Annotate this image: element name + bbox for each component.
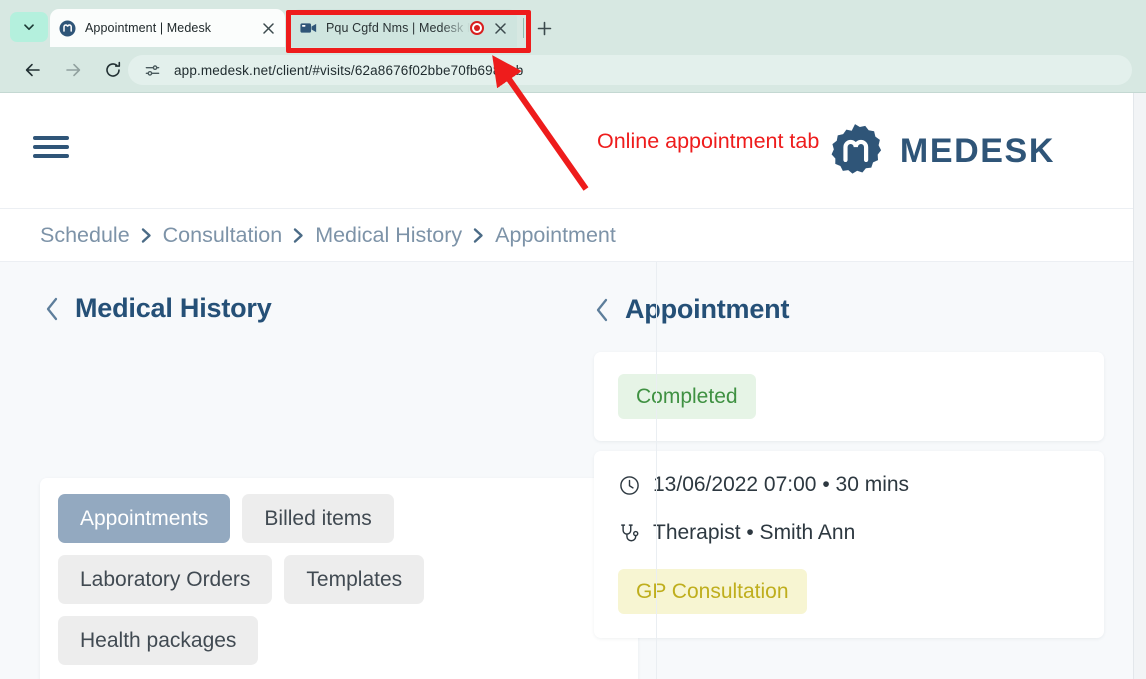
breadcrumb-item-schedule[interactable]: Schedule xyxy=(40,223,130,248)
appointment-panel: Appointment Completed 13/06/2022 07:00 xyxy=(566,262,1132,679)
browser-toolbar: app.medesk.net/client/#visits/62a8676f02… xyxy=(0,47,1146,93)
appointment-status-card: Completed xyxy=(594,352,1104,441)
hamburger-menu-icon[interactable] xyxy=(33,133,69,161)
page-scrollbar[interactable] xyxy=(1133,93,1146,679)
chevron-right-icon xyxy=(472,227,485,244)
browser-tab-online-appointment[interactable]: Pqu Cgfd Nms | Medesk Me xyxy=(291,9,517,47)
browser-chrome: Appointment | Medesk Pqu Cgfd Nms | Me xyxy=(0,0,1146,93)
appointment-service-row: GP Consultation xyxy=(618,569,1080,614)
plus-icon xyxy=(537,21,552,36)
appointment-datetime: 13/06/2022 07:00 • 30 mins xyxy=(653,473,909,497)
service-badge: GP Consultation xyxy=(618,569,807,614)
medesk-logo-icon xyxy=(827,123,883,179)
screenshot-root: Appointment | Medesk Pqu Cgfd Nms | Me xyxy=(0,0,1146,679)
breadcrumb-item-consultation[interactable]: Consultation xyxy=(163,223,283,248)
back-button[interactable] xyxy=(18,55,48,85)
brand: MEDESK xyxy=(827,123,1055,179)
reload-icon xyxy=(104,61,122,79)
appointment-datetime-row: 13/06/2022 07:00 • 30 mins xyxy=(618,473,1080,497)
brand-name: MEDESK xyxy=(900,132,1055,171)
clock-icon xyxy=(618,474,640,496)
video-camera-icon xyxy=(300,20,317,37)
tab-search-button[interactable] xyxy=(10,12,48,42)
medical-history-panel: Medical History Appointments Billed item… xyxy=(0,262,566,679)
chevron-down-icon xyxy=(22,20,36,34)
new-tab-button[interactable] xyxy=(531,15,557,41)
address-bar-url: app.medesk.net/client/#visits/62a8676f02… xyxy=(174,63,523,78)
medesk-favicon xyxy=(59,20,76,37)
forward-button[interactable] xyxy=(58,55,88,85)
medical-history-tabs-card: Appointments Billed items Laboratory Ord… xyxy=(40,478,638,679)
address-bar[interactable]: app.medesk.net/client/#visits/62a8676f02… xyxy=(128,55,1132,85)
page-title: Medical History xyxy=(75,293,272,324)
tab-appointments[interactable]: Appointments xyxy=(58,494,230,543)
stethoscope-icon xyxy=(618,522,640,544)
site-settings-icon[interactable] xyxy=(142,60,162,80)
chevron-right-icon xyxy=(140,227,153,244)
page-title: Appointment xyxy=(625,294,789,325)
chevron-left-icon[interactable] xyxy=(44,296,61,322)
chevron-left-icon[interactable] xyxy=(594,297,611,323)
breadcrumb-item-appointment: Appointment xyxy=(495,223,616,248)
status-badge: Completed xyxy=(618,374,756,419)
tab-recording-indicator-icon[interactable] xyxy=(470,21,484,35)
breadcrumb: Schedule Consultation Medical History Ap… xyxy=(0,209,1133,262)
browser-tab-appointment[interactable]: Appointment | Medesk xyxy=(50,9,285,47)
content-columns: Medical History Appointments Billed item… xyxy=(0,262,1133,679)
appointment-header: Appointment xyxy=(566,262,1132,325)
close-icon[interactable] xyxy=(492,20,508,36)
tab-health-packages[interactable]: Health packages xyxy=(58,616,258,665)
medical-history-header: Medical History xyxy=(0,262,566,324)
column-divider xyxy=(656,262,657,679)
browser-tab-title: Appointment | Medesk xyxy=(85,21,260,35)
browser-tabstrip: Appointment | Medesk Pqu Cgfd Nms | Me xyxy=(0,0,1146,47)
breadcrumb-item-medical-history[interactable]: Medical History xyxy=(315,223,462,248)
appointment-practitioner: Therapist • Smith Ann xyxy=(653,521,855,545)
tab-laboratory-orders[interactable]: Laboratory Orders xyxy=(58,555,272,604)
browser-tab-title: Pqu Cgfd Nms | Medesk Me xyxy=(326,21,470,35)
arrow-left-icon xyxy=(24,61,42,79)
tabstrip-divider xyxy=(523,18,524,38)
reload-button[interactable] xyxy=(98,55,128,85)
tab-templates[interactable]: Templates xyxy=(284,555,424,604)
chevron-right-icon xyxy=(292,227,305,244)
app-header: MEDESK xyxy=(0,93,1133,209)
appointment-practitioner-row: Therapist • Smith Ann xyxy=(618,521,1080,545)
arrow-right-icon xyxy=(64,61,82,79)
close-icon[interactable] xyxy=(260,20,276,36)
appointment-details-card: 13/06/2022 07:00 • 30 mins Therapist • S… xyxy=(594,451,1104,638)
tab-billed-items[interactable]: Billed items xyxy=(242,494,393,543)
web-page-content: MEDESK Schedule Consultation Medical His… xyxy=(0,93,1146,679)
